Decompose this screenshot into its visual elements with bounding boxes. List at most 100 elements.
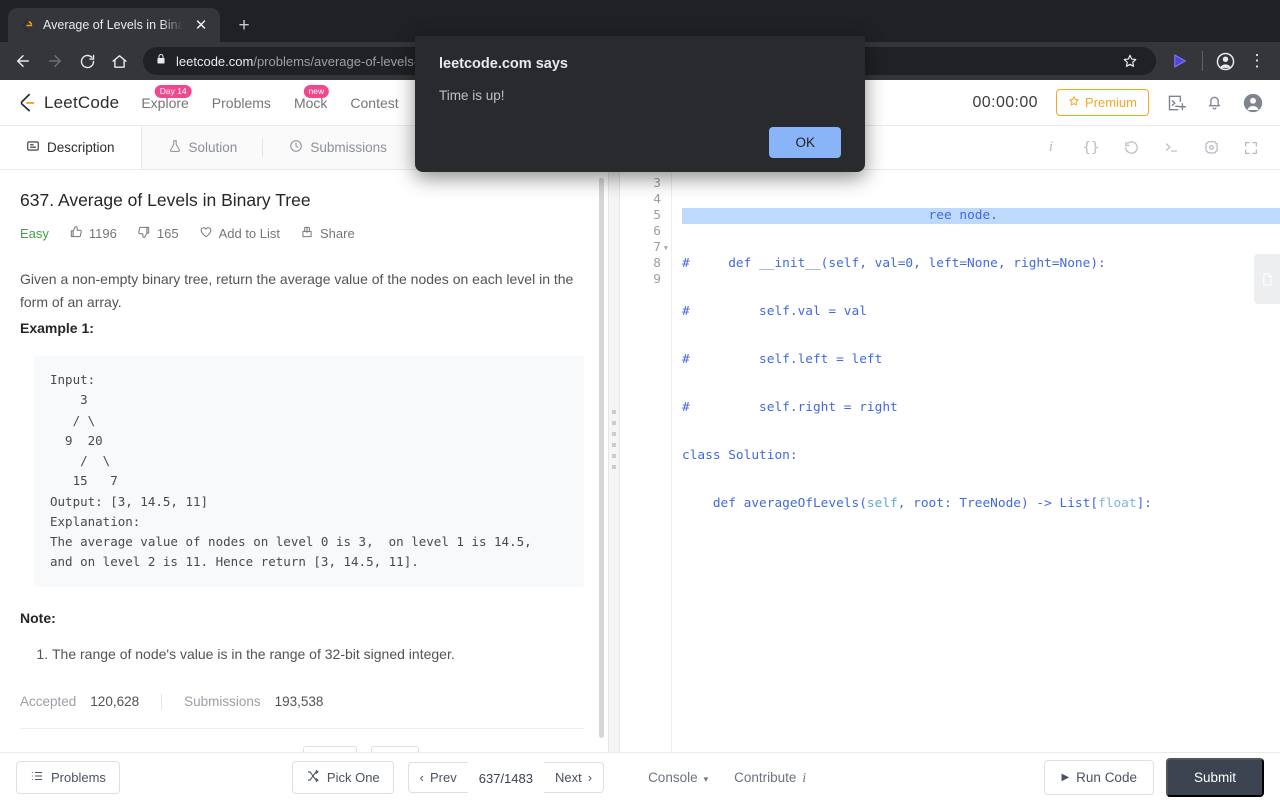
line-number: 5 bbox=[653, 208, 661, 223]
url-path: /problems/average-of-levels-in-binary-tr… bbox=[253, 53, 499, 69]
back-icon[interactable] bbox=[8, 46, 38, 76]
note-heading: Note: bbox=[20, 609, 56, 626]
scrollbar-thumb[interactable] bbox=[599, 178, 604, 738]
page-title: 637. Average of Levels in Binary Tree bbox=[20, 190, 311, 210]
premium-button[interactable]: Premium bbox=[1055, 89, 1149, 116]
contribute-link[interactable]: Contribute i bbox=[734, 770, 806, 786]
bottom-links: Console ▾ Contribute i bbox=[648, 770, 806, 786]
share-label: Share bbox=[320, 226, 355, 241]
line-number: 9 bbox=[653, 272, 661, 287]
example-code-block: Input: 3 / \ 9 20 / \ 15 7 Output: [3, 1… bbox=[34, 356, 584, 587]
notes-icon[interactable] bbox=[1254, 254, 1280, 304]
fold-arrow-icon[interactable]: ▼ bbox=[664, 240, 668, 256]
url-host: leetcode.com bbox=[176, 53, 254, 69]
address-bar[interactable]: leetcode.com/problems/average-of-levels-… bbox=[143, 47, 1156, 75]
leetcode-logo[interactable]: LeetCode bbox=[16, 92, 119, 113]
submit-button[interactable]: Submit bbox=[1165, 758, 1264, 797]
prev-button[interactable]: ‹ Prev bbox=[407, 762, 468, 793]
add-to-list-button[interactable]: Add to List bbox=[199, 225, 280, 242]
fullscreen-icon[interactable] bbox=[1242, 139, 1260, 157]
run-code-button[interactable]: ▶ Run Code bbox=[1044, 760, 1154, 795]
info-icon: i bbox=[802, 769, 807, 785]
nav-link-mock[interactable]: Mock new bbox=[294, 84, 330, 111]
like-count: 1196 bbox=[88, 226, 117, 241]
premium-button-label: Premium bbox=[1084, 95, 1137, 110]
split-container: Description Solution Submissions 637. Av… bbox=[0, 126, 1280, 752]
code-line: # def __init__(self, val=0, left=None, r… bbox=[682, 256, 1106, 271]
code-line: # self.right = right bbox=[682, 400, 898, 415]
tab-solution-label: Solution bbox=[188, 140, 238, 155]
seen-yes-button[interactable]: Yes bbox=[303, 745, 357, 752]
forward-icon[interactable] bbox=[40, 46, 70, 76]
editor-pane: i {} 3 4 5 6 7 ▼ 8 9 ree node. # def __i… bbox=[620, 126, 1280, 752]
console-add-icon[interactable] bbox=[1167, 93, 1187, 113]
tab-description[interactable]: Description bbox=[0, 126, 142, 169]
nav-link-explore[interactable]: Explore Day 14 bbox=[141, 84, 192, 111]
pagination: ‹ Prev 637/1483 Next › bbox=[407, 762, 605, 793]
settings-icon[interactable] bbox=[1202, 139, 1220, 157]
address-bar-url: leetcode.com/problems/average-of-levels-… bbox=[176, 54, 498, 69]
leetcode-navbar: LeetCode Explore Day 14 Problems Mock ne… bbox=[0, 80, 1280, 126]
like-button[interactable]: 1196 bbox=[69, 225, 117, 242]
share-icon bbox=[300, 225, 314, 242]
description-icon bbox=[26, 139, 40, 156]
clock-icon bbox=[289, 139, 303, 156]
dislike-button[interactable]: 165 bbox=[137, 225, 179, 242]
bottom-actions: ▶ Run Code Submit bbox=[1044, 758, 1264, 797]
tab-submissions[interactable]: Submissions bbox=[263, 126, 413, 169]
tab-solution[interactable]: Solution bbox=[142, 126, 264, 169]
splitter-dot bbox=[612, 431, 616, 436]
problems-button[interactable]: Problems bbox=[16, 761, 120, 794]
reset-icon[interactable] bbox=[1122, 139, 1140, 157]
chevron-right-icon: › bbox=[587, 770, 593, 785]
bottom-center-group: Pick One ‹ Prev 637/1483 Next › Console ▾… bbox=[291, 761, 806, 794]
reload-icon[interactable] bbox=[72, 46, 102, 76]
question-description: Given a non-empty binary tree, return th… bbox=[20, 268, 584, 666]
bottom-toolbar: Problems Pick One ‹ Prev 637/1483 Next › bbox=[0, 752, 1280, 800]
code-editor[interactable]: 3 4 5 6 7▼ 8 9 xxxxxxxxxxxxxxxxxxxxxxxxx… bbox=[620, 170, 1280, 752]
bell-icon[interactable] bbox=[1205, 93, 1224, 112]
question-stats: Accepted 120,628 Submissions 193,538 bbox=[20, 693, 584, 728]
accepted-label: Accepted bbox=[20, 694, 77, 710]
leetcode-app: LeetCode Explore Day 14 Problems Mock ne… bbox=[0, 36, 1280, 800]
account-icon[interactable] bbox=[1242, 92, 1264, 114]
nav-link-contest[interactable]: Contest bbox=[350, 95, 398, 111]
heart-icon bbox=[199, 225, 213, 242]
editor-toolbar: i {} bbox=[620, 126, 1280, 170]
browser-menu-icon[interactable]: ⋮ bbox=[1242, 46, 1272, 76]
question-scrollbar[interactable] bbox=[599, 178, 604, 758]
editor-code-area[interactable]: xxxxxxxxxxxxxxxxxxxxxxxxxxxxxxxxree node… bbox=[672, 170, 1280, 752]
seen-no-button[interactable]: No bbox=[370, 745, 420, 752]
pane-splitter[interactable] bbox=[608, 126, 620, 752]
question-paragraph: Given a non-empty binary tree, return th… bbox=[20, 271, 574, 310]
question-body: 637. Average of Levels in Binary Tree Ea… bbox=[0, 170, 608, 752]
problems-button-label: Problems bbox=[51, 770, 106, 785]
browser-tab[interactable]: Average of Levels in Binary Tre ✕ bbox=[8, 8, 220, 42]
profile-icon[interactable] bbox=[1210, 46, 1240, 76]
close-icon[interactable]: ✕ bbox=[192, 16, 210, 34]
home-icon[interactable] bbox=[104, 46, 134, 76]
nav-link-articles[interactable]: Artic bbox=[422, 95, 450, 111]
splitter-dot bbox=[612, 464, 616, 469]
tab-strip: Average of Levels in Binary Tre ✕ + bbox=[0, 0, 1280, 42]
extension-icon[interactable] bbox=[1165, 46, 1195, 76]
terminal-icon[interactable] bbox=[1162, 139, 1180, 157]
info-icon[interactable]: i bbox=[1042, 139, 1060, 157]
list-icon bbox=[30, 769, 44, 786]
bookmark-star-icon[interactable] bbox=[1116, 47, 1144, 75]
nav-badge-day14: Day 14 bbox=[154, 84, 192, 98]
code-line-signature: def averageOfLevels(self, root: TreeNode… bbox=[682, 496, 1153, 511]
new-tab-button[interactable]: + bbox=[230, 11, 258, 39]
console-dropdown[interactable]: Console ▾ bbox=[648, 770, 708, 785]
pick-one-button[interactable]: Pick One bbox=[291, 761, 394, 794]
format-braces-icon[interactable]: {} bbox=[1082, 139, 1100, 157]
dialog-ok-button[interactable]: OK bbox=[769, 127, 841, 158]
shuffle-icon bbox=[306, 769, 320, 786]
nav-link-problems[interactable]: Problems bbox=[212, 95, 271, 111]
share-button[interactable]: Share bbox=[300, 225, 355, 242]
next-button[interactable]: Next › bbox=[543, 762, 605, 793]
editor-gutter: 3 4 5 6 7 ▼ 8 9 bbox=[620, 170, 672, 752]
code-line: class Solution: bbox=[682, 448, 798, 463]
add-to-list-label: Add to List bbox=[218, 226, 281, 241]
